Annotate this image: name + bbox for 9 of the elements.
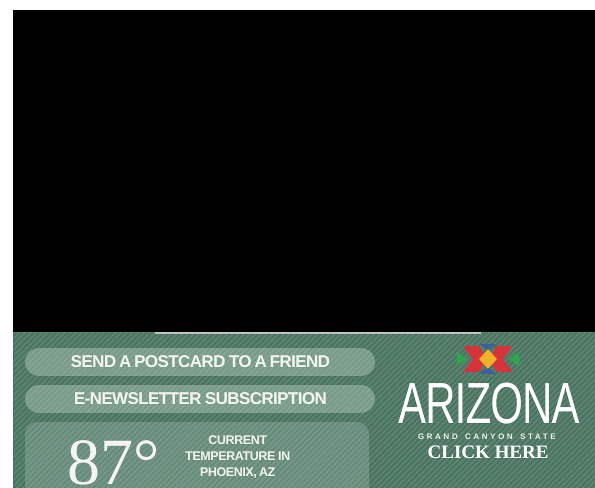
- logo-text: ARIZONA: [398, 376, 578, 432]
- click-here-link[interactable]: CLICK HERE: [428, 443, 548, 463]
- temperature-caption: CURRENT TEMPERATURE IN PHOENIX, AZ: [184, 432, 291, 480]
- link-button[interactable]: E-NEWSLETTER SUBSCRIPTION: [25, 385, 375, 413]
- tagline: GRAND CANYON STATE: [418, 432, 558, 441]
- link-button[interactable]: SEND A POSTCARD TO A FRIEND: [25, 348, 375, 376]
- diamond-emblem-icon: [457, 344, 519, 374]
- temperature: 87°: [67, 430, 160, 488]
- video-player[interactable]: [13, 10, 595, 332]
